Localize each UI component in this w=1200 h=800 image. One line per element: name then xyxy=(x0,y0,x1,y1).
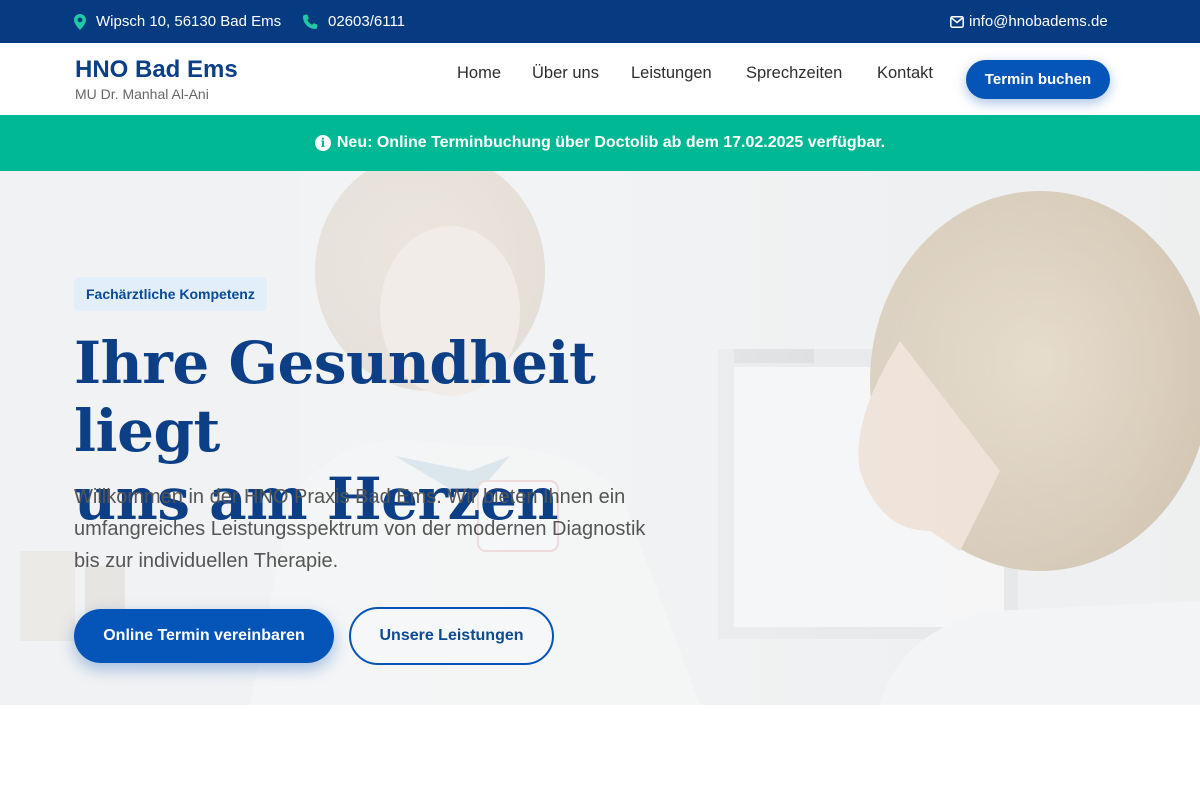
phone-item[interactable]: 02603/6111 xyxy=(303,0,405,43)
nav-item-services[interactable]: Leistungen xyxy=(631,64,712,83)
address-item: Wipsch 10, 56130 Bad Ems xyxy=(74,0,281,43)
nav-item-about[interactable]: Über uns xyxy=(532,64,599,83)
envelope-icon xyxy=(950,15,964,28)
nav-item-hours[interactable]: Sprechzeiten xyxy=(746,64,842,83)
phone-icon xyxy=(303,14,318,29)
email-text[interactable]: info@hnobadems.de xyxy=(969,13,1108,30)
announcement-bar: i Neu: Online Terminbuchung über Doctoli… xyxy=(0,115,1200,171)
online-appointment-button[interactable]: Online Termin vereinbaren xyxy=(74,609,334,663)
site-header: HNO Bad Ems MU Dr. Manhal Al-Ani Home Üb… xyxy=(0,43,1200,115)
phone-text[interactable]: 02603/6111 xyxy=(328,13,405,30)
hero-lead-text: Willkommen in der HNO Praxis Bad Ems. Wi… xyxy=(74,486,646,572)
nav-item-contact[interactable]: Kontakt xyxy=(877,64,933,83)
top-info-bar: Wipsch 10, 56130 Bad Ems 02603/6111 info… xyxy=(0,0,1200,43)
announcement-text: Neu: Online Terminbuchung über Doctolib … xyxy=(336,134,886,151)
nav-item-home[interactable]: Home xyxy=(457,64,501,83)
hero-badge: Fachärztliche Kompetenz xyxy=(74,277,267,311)
email-item[interactable]: info@hnobadems.de xyxy=(950,0,1108,43)
info-icon: i xyxy=(314,135,331,151)
address-text: Wipsch 10, 56130 Bad Ems xyxy=(96,13,282,30)
hero-section: Fachärztliche Kompetenz Ihre Gesundheit … xyxy=(0,171,1200,705)
book-appointment-button[interactable]: Termin buchen xyxy=(966,60,1110,99)
map-pin-icon xyxy=(74,13,86,30)
headline-line-1: Ihre Gesundheit liegt xyxy=(74,329,596,465)
our-services-button[interactable]: Unsere Leistungen xyxy=(349,607,554,665)
